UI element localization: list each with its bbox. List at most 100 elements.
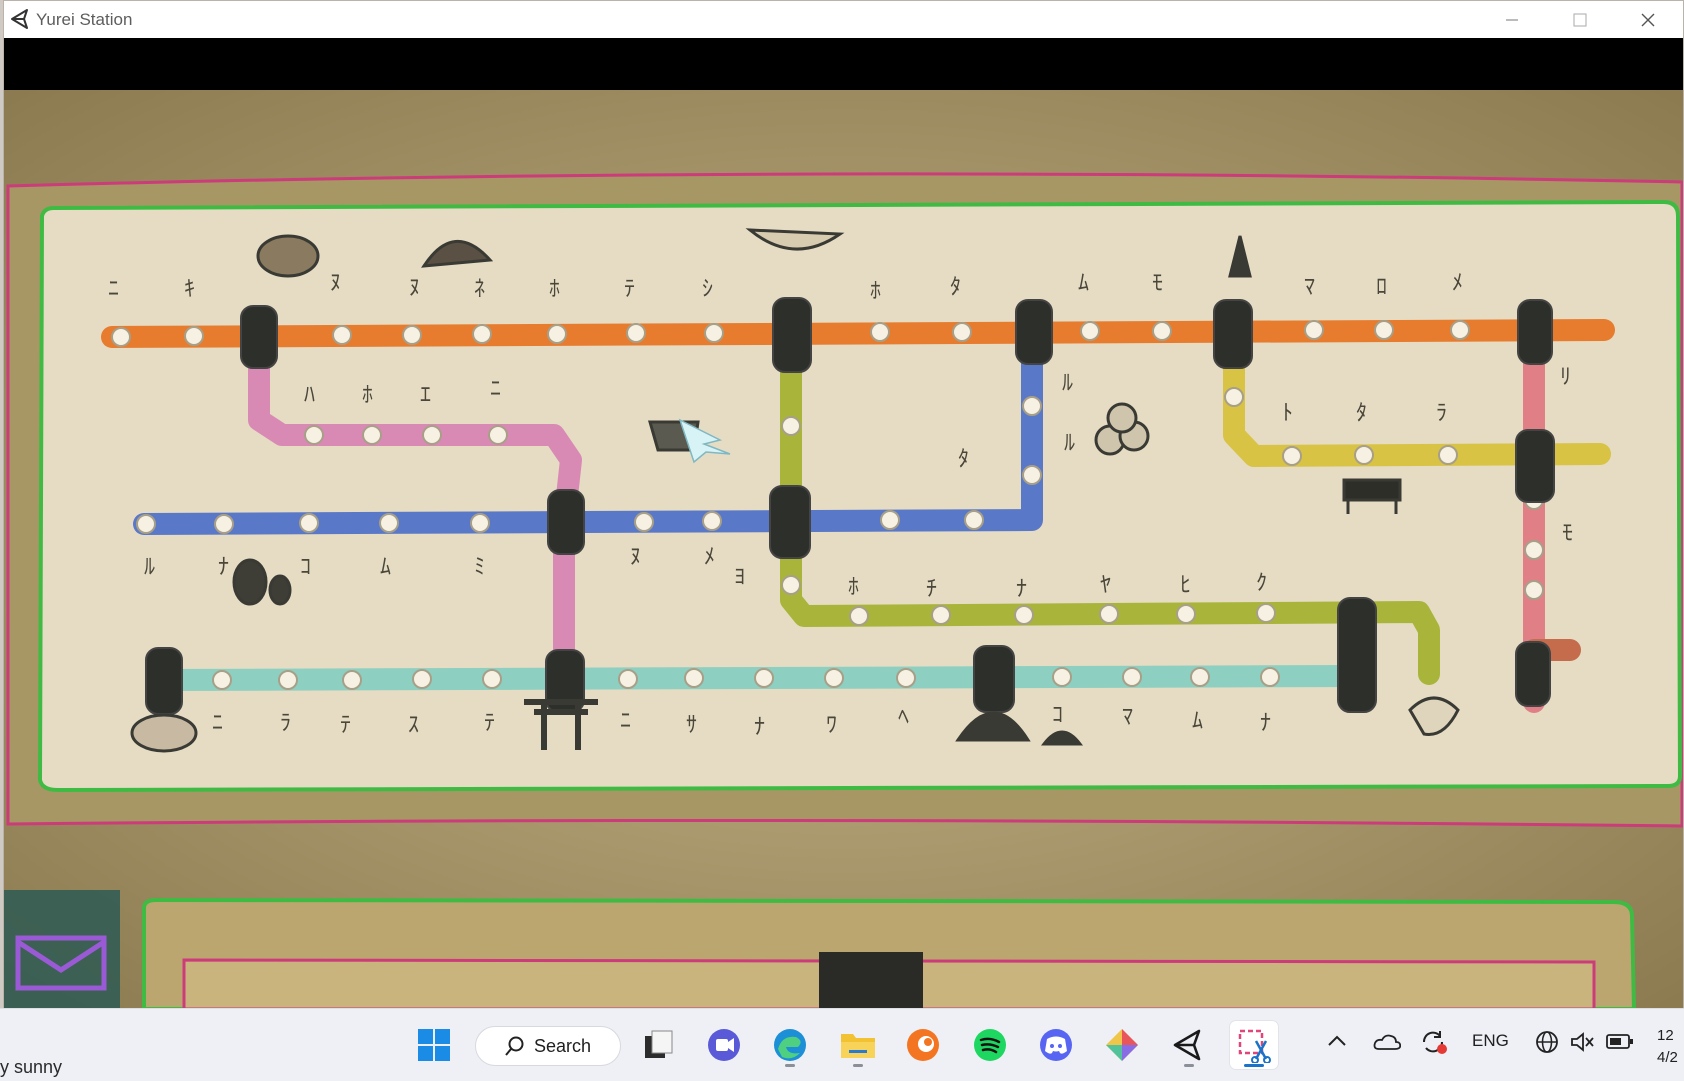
unity-icon [1173,1029,1201,1061]
svg-text:ﾀ: ﾀ [958,447,969,472]
svg-text:ﾓ: ﾓ [1562,521,1573,546]
search-box[interactable]: Search [475,1026,621,1066]
svg-text:ﾊ: ﾊ [304,383,315,408]
mail-button[interactable] [4,890,120,1009]
svg-text:ﾙ: ﾙ [144,555,155,580]
svg-text:ﾍ: ﾍ [898,705,909,730]
minimize-icon [1506,19,1518,20]
sync-icon [1422,1031,1447,1054]
maximize-button[interactable] [1546,1,1614,38]
svg-text:ｷ: ｷ [184,277,195,302]
game-viewport[interactable]: ﾆｷﾇﾇﾈﾎﾃｼﾎﾀﾑﾓﾏﾛﾒ ﾊﾎｴﾆ ﾙﾙﾀ ﾄﾀﾗ ﾘﾓ ﾙﾅｺﾑﾐﾇﾒﾖ… [4,90,1683,1009]
app-window: Yurei Station ﾆ ｷ ﾇ ﾇ ﾈ ﾎ ﾃ ｼ ﾎ ﾀ ﾑ ﾓ ﾏ … [3,0,1684,1009]
unity-button[interactable] [1165,1021,1213,1069]
svg-text:ﾀ: ﾀ [1356,401,1367,426]
unity-icon [11,9,28,29]
battery-icon [1606,1034,1633,1049]
svg-text:ｻ: ｻ [686,713,697,738]
task-view-icon [645,1030,673,1058]
battery-tray[interactable] [1606,1033,1634,1056]
crunchyroll-button[interactable] [899,1021,947,1069]
svg-text:ﾎ: ﾎ [848,575,859,600]
globe-icon [1536,1031,1558,1053]
svg-text:ﾇ: ﾇ [330,271,341,296]
doorway [819,952,923,1009]
svg-text:ﾈ: ﾈ [474,277,485,302]
edge-icon [774,1029,806,1061]
language-indicator[interactable]: ENG [1472,1031,1509,1051]
sync-tray[interactable] [1420,1029,1448,1060]
file-explorer-button[interactable] [834,1021,882,1069]
svg-text:ﾏ: ﾏ [1122,705,1133,730]
svg-text:ﾃ: ﾃ [484,711,495,736]
svg-text:ﾅ: ﾅ [1016,577,1027,602]
svg-text:ﾖ: ﾖ [734,565,745,590]
svg-text:ﾗ: ﾗ [1436,401,1447,426]
subway-map-scene[interactable]: ﾆｷﾇﾇﾈﾎﾃｼﾎﾀﾑﾓﾏﾛﾒ ﾊﾎｴﾆ ﾙﾙﾀ ﾄﾀﾗ ﾘﾓ ﾙﾅｺﾑﾐﾇﾒﾖ… [4,90,1683,1009]
network-tray[interactable] [1535,1029,1561,1060]
gitkraken-button[interactable] [1098,1021,1146,1069]
task-view-button[interactable] [634,1021,682,1069]
clock-time: 12 [1657,1027,1674,1044]
svg-text:ﾆ: ﾆ [212,711,223,736]
svg-text:ﾇ: ﾇ [630,545,641,570]
svg-text:ﾃ: ﾃ [624,277,635,302]
snipping-tool-button[interactable] [1230,1021,1278,1069]
svg-text:ﾑ: ﾑ [1078,271,1089,296]
window-title: Yurei Station [36,10,133,29]
svg-text:ﾐ: ﾐ [474,555,485,580]
file-explorer-icon [841,1034,875,1058]
svg-text:ｼ: ｼ [702,277,713,302]
minimize-button[interactable] [1478,1,1546,38]
svg-text:ﾇ: ﾇ [409,276,420,301]
svg-text:ﾎ: ﾎ [870,279,881,304]
taskbar: y sunny Search ENG 12 4/2 [0,1008,1684,1081]
svg-text:ｺ: ｺ [300,555,311,580]
close-button[interactable] [1614,1,1682,38]
mute-icon [1571,1032,1594,1052]
start-icon [418,1029,450,1061]
discord-icon [1040,1029,1072,1061]
svg-text:ｴ: ｴ [420,383,431,408]
close-icon [1641,13,1655,26]
clock[interactable]: 12 4/2 [1657,1025,1678,1069]
spotify-icon [974,1029,1006,1061]
svg-text:ﾆ: ﾆ [490,377,501,402]
discord-button[interactable] [1032,1021,1080,1069]
chevron-up-icon [1328,1035,1346,1046]
svg-text:ﾛ: ﾛ [1376,275,1387,300]
svg-text:ﾅ: ﾅ [218,555,229,580]
clock-date: 4/2 [1657,1049,1678,1066]
fish-doodle [256,234,320,278]
svg-text:ﾁ: ﾁ [926,577,937,602]
svg-text:ﾙ: ﾙ [1064,431,1075,456]
onedrive-tray[interactable] [1373,1033,1402,1056]
svg-text:ｺ: ｺ [1052,703,1063,728]
svg-text:ﾔ: ﾔ [1100,573,1111,598]
weather-label[interactable]: y sunny [0,1057,62,1078]
svg-text:ﾑ: ﾑ [1192,709,1203,734]
spotify-button[interactable] [966,1021,1014,1069]
show-hidden-icons-button[interactable] [1326,1033,1348,1054]
sushi-doodle [130,713,198,753]
letterbox-bar [4,38,1683,90]
svg-text:ﾅ: ﾅ [754,715,765,740]
svg-text:ﾆ: ﾆ [108,277,119,302]
svg-text:ﾒ: ﾒ [1452,271,1463,296]
svg-text:ﾒ: ﾒ [704,545,715,570]
start-button[interactable] [410,1021,458,1069]
svg-text:ｽ: ｽ [408,713,419,738]
volume-tray[interactable] [1570,1031,1596,1058]
svg-text:ﾄ: ﾄ [1282,401,1293,426]
svg-text:ﾎ: ﾎ [362,383,373,408]
snipping-tool-icon [1238,1029,1271,1063]
svg-text:ﾑ: ﾑ [380,555,391,580]
edge-button[interactable] [766,1021,814,1069]
svg-text:ﾃ: ﾃ [340,713,351,738]
meet-button[interactable] [700,1021,748,1069]
title-bar[interactable]: Yurei Station [4,1,1683,38]
svg-text:ﾜ: ﾜ [826,713,837,738]
maximize-icon [1573,13,1587,26]
svg-text:ﾀ: ﾀ [950,275,961,300]
svg-text:ﾅ: ﾅ [1260,711,1271,736]
